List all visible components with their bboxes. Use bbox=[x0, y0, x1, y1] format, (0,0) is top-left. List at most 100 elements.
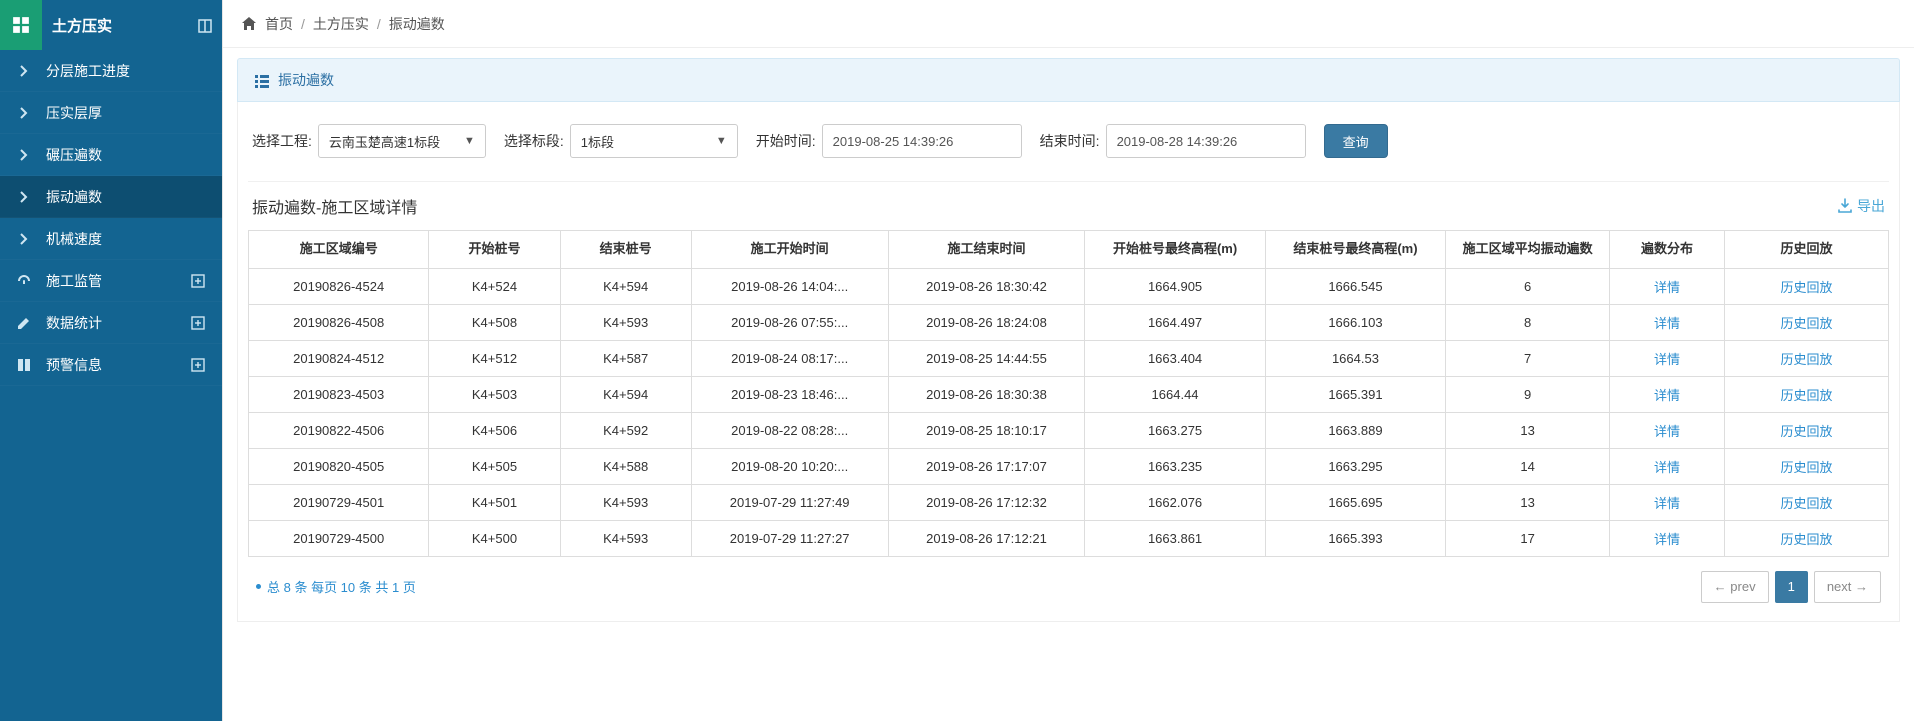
sidebar-item-label: 施工监管 bbox=[46, 271, 174, 291]
detail-link[interactable]: 详情 bbox=[1610, 340, 1725, 376]
table-cell: 20190822-4506 bbox=[249, 412, 429, 448]
dashboard-icon bbox=[16, 273, 30, 289]
table-header: 施工区域平均振动遍数 bbox=[1446, 231, 1610, 269]
history-link[interactable]: 历史回放 bbox=[1724, 376, 1888, 412]
table-cell: 20190824-4512 bbox=[249, 340, 429, 376]
table-cell: K4+593 bbox=[560, 304, 691, 340]
table-cell: 1664.44 bbox=[1085, 376, 1265, 412]
table-cell: 1663.295 bbox=[1265, 448, 1445, 484]
sidebar-item-0[interactable]: 分层施工进度 bbox=[0, 50, 222, 92]
columns-icon bbox=[16, 357, 30, 373]
table-cell: 9 bbox=[1446, 376, 1610, 412]
table-row: 20190822-4506K4+506K4+5922019-08-22 08:2… bbox=[249, 412, 1889, 448]
sidebar-item-7[interactable]: 预警信息 bbox=[0, 344, 222, 386]
sidebar-item-2[interactable]: 碾压遍数 bbox=[0, 134, 222, 176]
chevron-down-icon: ▼ bbox=[464, 135, 475, 147]
detail-link[interactable]: 详情 bbox=[1610, 484, 1725, 520]
table-cell: 2019-08-22 08:28:... bbox=[691, 412, 888, 448]
table-cell: 20190820-4505 bbox=[249, 448, 429, 484]
table-cell: K4+503 bbox=[429, 376, 560, 412]
input-start-time[interactable]: 2019-08-25 14:39:26 bbox=[822, 124, 1022, 158]
sidebar-item-1[interactable]: 压实层厚 bbox=[0, 92, 222, 134]
chevron-down-icon: ▼ bbox=[716, 135, 727, 147]
export-label: 导出 bbox=[1857, 196, 1885, 216]
page-next-button[interactable]: next → bbox=[1814, 571, 1881, 603]
page-prev-button[interactable]: ← prev bbox=[1701, 571, 1769, 603]
table-header: 施工开始时间 bbox=[691, 231, 888, 269]
select-section-value: 1标段 bbox=[581, 132, 614, 151]
panel-header: 振动遍数 bbox=[237, 58, 1900, 102]
chevron-right-icon bbox=[16, 63, 30, 79]
table-footer: 总 8 条 每页 10 条 共 1 页 ← prev 1 next → bbox=[248, 557, 1889, 611]
query-button[interactable]: 查询 bbox=[1324, 124, 1388, 158]
section-title: 振动遍数-施工区域详情 bbox=[252, 194, 417, 218]
sidebar-item-3[interactable]: 振动遍数 bbox=[0, 176, 222, 218]
table-cell: 1665.695 bbox=[1265, 484, 1445, 520]
sidebar-item-6[interactable]: 数据统计 bbox=[0, 302, 222, 344]
breadcrumb-home[interactable]: 首页 bbox=[265, 14, 293, 34]
module-icon bbox=[0, 0, 42, 50]
table-cell: 17 bbox=[1446, 520, 1610, 556]
history-link[interactable]: 历史回放 bbox=[1724, 340, 1888, 376]
chevron-right-icon bbox=[16, 105, 30, 121]
history-link[interactable]: 历史回放 bbox=[1724, 484, 1888, 520]
table-cell: 2019-08-26 07:55:... bbox=[691, 304, 888, 340]
filter-start-label: 开始时间: bbox=[756, 131, 816, 151]
table-cell: 1663.861 bbox=[1085, 520, 1265, 556]
filter-section-label: 选择标段: bbox=[504, 131, 564, 151]
history-link[interactable]: 历史回放 bbox=[1724, 268, 1888, 304]
table-cell: 6 bbox=[1446, 268, 1610, 304]
chevron-right-icon bbox=[16, 231, 30, 247]
page-1-button[interactable]: 1 bbox=[1775, 571, 1808, 603]
detail-link[interactable]: 详情 bbox=[1610, 448, 1725, 484]
breadcrumb-l1[interactable]: 土方压实 bbox=[313, 14, 369, 34]
home-icon[interactable] bbox=[241, 15, 257, 32]
table-header: 开始桩号 bbox=[429, 231, 560, 269]
detail-link[interactable]: 详情 bbox=[1610, 412, 1725, 448]
table-cell: 2019-08-26 18:30:42 bbox=[888, 268, 1085, 304]
sidebar-collapse-toggle[interactable] bbox=[194, 16, 222, 33]
table-cell: 2019-08-26 18:24:08 bbox=[888, 304, 1085, 340]
input-end-time[interactable]: 2019-08-28 14:39:26 bbox=[1106, 124, 1306, 158]
table-cell: K4+506 bbox=[429, 412, 560, 448]
history-link[interactable]: 历史回放 bbox=[1724, 304, 1888, 340]
detail-link[interactable]: 详情 bbox=[1610, 520, 1725, 556]
export-button[interactable]: 导出 bbox=[1837, 196, 1885, 216]
sidebar-title: 土方压实 bbox=[42, 15, 194, 36]
table-cell: K4+593 bbox=[560, 520, 691, 556]
table-cell: 1664.53 bbox=[1265, 340, 1445, 376]
chevron-right-icon bbox=[16, 189, 30, 205]
table-cell: 2019-08-25 14:44:55 bbox=[888, 340, 1085, 376]
sidebar-item-label: 压实层厚 bbox=[46, 103, 206, 123]
sidebar-item-5[interactable]: 施工监管 bbox=[0, 260, 222, 302]
table-cell: 2019-07-29 11:27:49 bbox=[691, 484, 888, 520]
table-cell: K4+501 bbox=[429, 484, 560, 520]
table-cell: 1662.076 bbox=[1085, 484, 1265, 520]
footer-info-text: 总 8 条 每页 10 条 共 1 页 bbox=[267, 577, 416, 596]
expand-icon bbox=[190, 314, 206, 331]
history-link[interactable]: 历史回放 bbox=[1724, 448, 1888, 484]
table-cell: 2019-08-26 18:30:38 bbox=[888, 376, 1085, 412]
breadcrumb-sep: / bbox=[377, 16, 381, 32]
select-project[interactable]: 云南玉楚高速1标段 ▼ bbox=[318, 124, 486, 158]
table-cell: K4+593 bbox=[560, 484, 691, 520]
sidebar-item-4[interactable]: 机械速度 bbox=[0, 218, 222, 260]
select-section[interactable]: 1标段 ▼ bbox=[570, 124, 738, 158]
sidebar-item-label: 碾压遍数 bbox=[46, 145, 206, 165]
detail-link[interactable]: 详情 bbox=[1610, 304, 1725, 340]
detail-link[interactable]: 详情 bbox=[1610, 376, 1725, 412]
table-cell: 2019-08-20 10:20:... bbox=[691, 448, 888, 484]
sidebar-item-label: 机械速度 bbox=[46, 229, 206, 249]
filter-bar: 选择工程: 云南玉楚高速1标段 ▼ 选择标段: 1标段 ▼ 开始时间: bbox=[248, 124, 1889, 181]
table-cell: 1665.393 bbox=[1265, 520, 1445, 556]
history-link[interactable]: 历史回放 bbox=[1724, 520, 1888, 556]
detail-link[interactable]: 详情 bbox=[1610, 268, 1725, 304]
sidebar-item-label: 预警信息 bbox=[46, 355, 174, 375]
table-cell: 20190823-4503 bbox=[249, 376, 429, 412]
table-cell: 1663.404 bbox=[1085, 340, 1265, 376]
history-link[interactable]: 历史回放 bbox=[1724, 412, 1888, 448]
input-start-time-value: 2019-08-25 14:39:26 bbox=[833, 134, 954, 149]
footer-info: 总 8 条 每页 10 条 共 1 页 bbox=[256, 577, 416, 596]
table-cell: 7 bbox=[1446, 340, 1610, 376]
table-cell: K4+500 bbox=[429, 520, 560, 556]
